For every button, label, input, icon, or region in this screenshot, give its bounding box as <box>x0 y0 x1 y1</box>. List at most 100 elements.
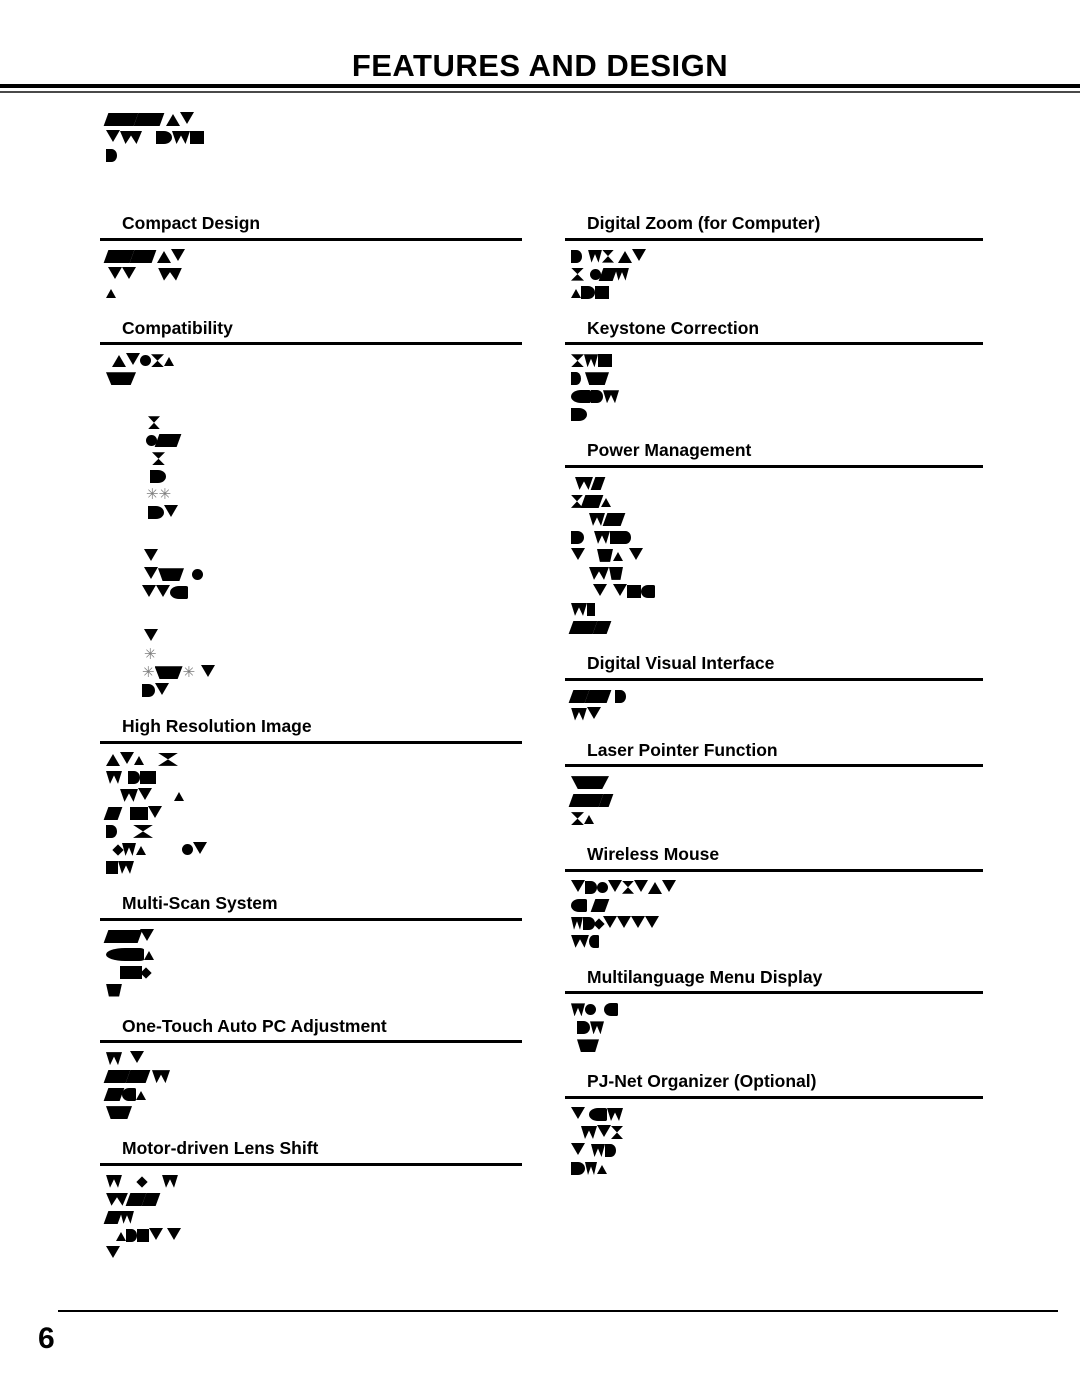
section-underline <box>100 917 522 921</box>
corrupted-glyph <box>134 755 144 765</box>
section-underline <box>100 1162 522 1166</box>
corrupted-glyph <box>106 1192 128 1206</box>
corrupted-glyph <box>106 433 146 434</box>
corrupted-glyph <box>584 530 594 531</box>
corrupted-glyph <box>106 389 107 390</box>
body-text-line <box>106 1105 522 1123</box>
body-text-line <box>571 389 983 407</box>
corrupted-glyph <box>571 707 587 721</box>
body-text-line <box>103 248 522 267</box>
body-text-line <box>571 915 983 934</box>
corrupted-glyph <box>648 881 662 894</box>
corrupted-glyph <box>591 1144 605 1157</box>
corrupted-glyph <box>122 842 136 856</box>
body-text-line <box>106 266 522 285</box>
corrupted-glyph <box>584 267 590 268</box>
feature-section: Wireless Mouse <box>565 843 983 952</box>
corrupted-glyph <box>142 130 156 131</box>
corrupted-glyph <box>144 549 158 562</box>
corrupted-glyph <box>605 1144 616 1157</box>
corrupted-glyph <box>126 353 140 366</box>
body-text-line <box>103 112 520 130</box>
corrupted-glyph <box>167 1227 181 1240</box>
corrupted-glyph <box>162 112 166 113</box>
corrupted-glyph <box>613 583 627 596</box>
corrupted-glyph <box>106 149 117 162</box>
corrupted-glyph <box>126 1228 137 1242</box>
corrupted-glyph <box>571 898 587 912</box>
corrupted-glyph <box>571 584 593 585</box>
corrupted-glyph <box>146 1174 162 1175</box>
body-text-line <box>106 523 522 549</box>
corrupted-glyph <box>641 584 655 598</box>
corrupted-glyph <box>571 372 581 386</box>
corrupted-glyph <box>571 916 583 930</box>
body-text-line <box>106 647 522 665</box>
corrupted-glyph <box>106 947 144 961</box>
section-heading: Multi-Scan System <box>122 892 278 913</box>
corrupted-glyph <box>120 131 142 144</box>
corrupted-glyph <box>144 567 158 580</box>
corrupted-glyph <box>602 249 614 263</box>
body-text-line <box>571 1125 983 1143</box>
corrupted-glyph <box>125 1070 151 1084</box>
corrupted-glyph <box>632 248 646 261</box>
body-text-line <box>103 1069 522 1087</box>
body-text-line <box>568 689 983 707</box>
corrupted-glyph <box>581 285 595 299</box>
body-text-line <box>571 494 983 512</box>
body-text-line <box>571 530 983 548</box>
corrupted-glyph <box>604 1003 618 1017</box>
corrupted-glyph <box>588 249 602 263</box>
feature-section: PJ-Net Organizer (Optional) <box>565 1070 983 1179</box>
corrupted-glyph <box>150 470 166 484</box>
corrupted-glyph <box>631 915 645 928</box>
corrupted-glyph <box>144 752 158 753</box>
corrupted-glyph <box>584 815 594 825</box>
corrupted-glyph <box>103 1210 123 1224</box>
body-text-line <box>106 1227 522 1246</box>
body-text-line <box>571 1107 983 1125</box>
body-text-block <box>100 353 522 701</box>
section-underline <box>100 237 522 241</box>
corrupted-glyph <box>171 248 185 261</box>
corrupted-glyph <box>136 1091 146 1101</box>
body-text-line <box>106 285 522 303</box>
body-text-line <box>103 1087 522 1105</box>
corrupted-glyph <box>149 1227 163 1240</box>
corrupted-glyph <box>590 898 610 912</box>
corrupted-glyph <box>571 249 582 263</box>
corrupted-glyph <box>601 497 611 507</box>
corrupted-glyph <box>106 983 122 997</box>
corrupted-glyph <box>610 530 620 544</box>
section-heading: Wireless Mouse <box>587 844 720 865</box>
corrupted-glyph <box>184 567 192 568</box>
corrupted-glyph <box>136 845 146 855</box>
body-text-line <box>106 629 522 647</box>
intro-paragraph <box>100 112 520 180</box>
corrupted-glyph <box>106 130 120 142</box>
corrupted-glyph <box>137 1228 149 1242</box>
corrupted-glyph <box>614 249 618 250</box>
body-text-block <box>100 751 522 878</box>
corrupted-glyph <box>593 583 607 596</box>
corrupted-glyph <box>156 585 170 598</box>
corrupted-glyph <box>590 476 606 490</box>
corrupted-glyph <box>603 390 619 404</box>
corrupted-glyph <box>106 603 107 604</box>
corrupted-glyph <box>106 753 120 766</box>
corrupted-glyph <box>183 666 196 679</box>
corrupted-glyph <box>603 915 617 928</box>
corrupted-glyph <box>130 1051 144 1064</box>
body-text-block <box>100 928 522 1001</box>
corrupted-glyph <box>152 788 174 789</box>
section-heading: Compatibility <box>122 317 233 338</box>
body-text-line <box>106 585 522 603</box>
section-underline <box>565 764 983 768</box>
section-heading: Digital Visual Interface <box>587 652 775 673</box>
corrupted-glyph <box>180 112 194 124</box>
corrupted-glyph <box>594 530 610 544</box>
corrupted-glyph <box>618 250 632 263</box>
corrupted-glyph <box>571 288 581 298</box>
body-text-line <box>571 547 983 566</box>
